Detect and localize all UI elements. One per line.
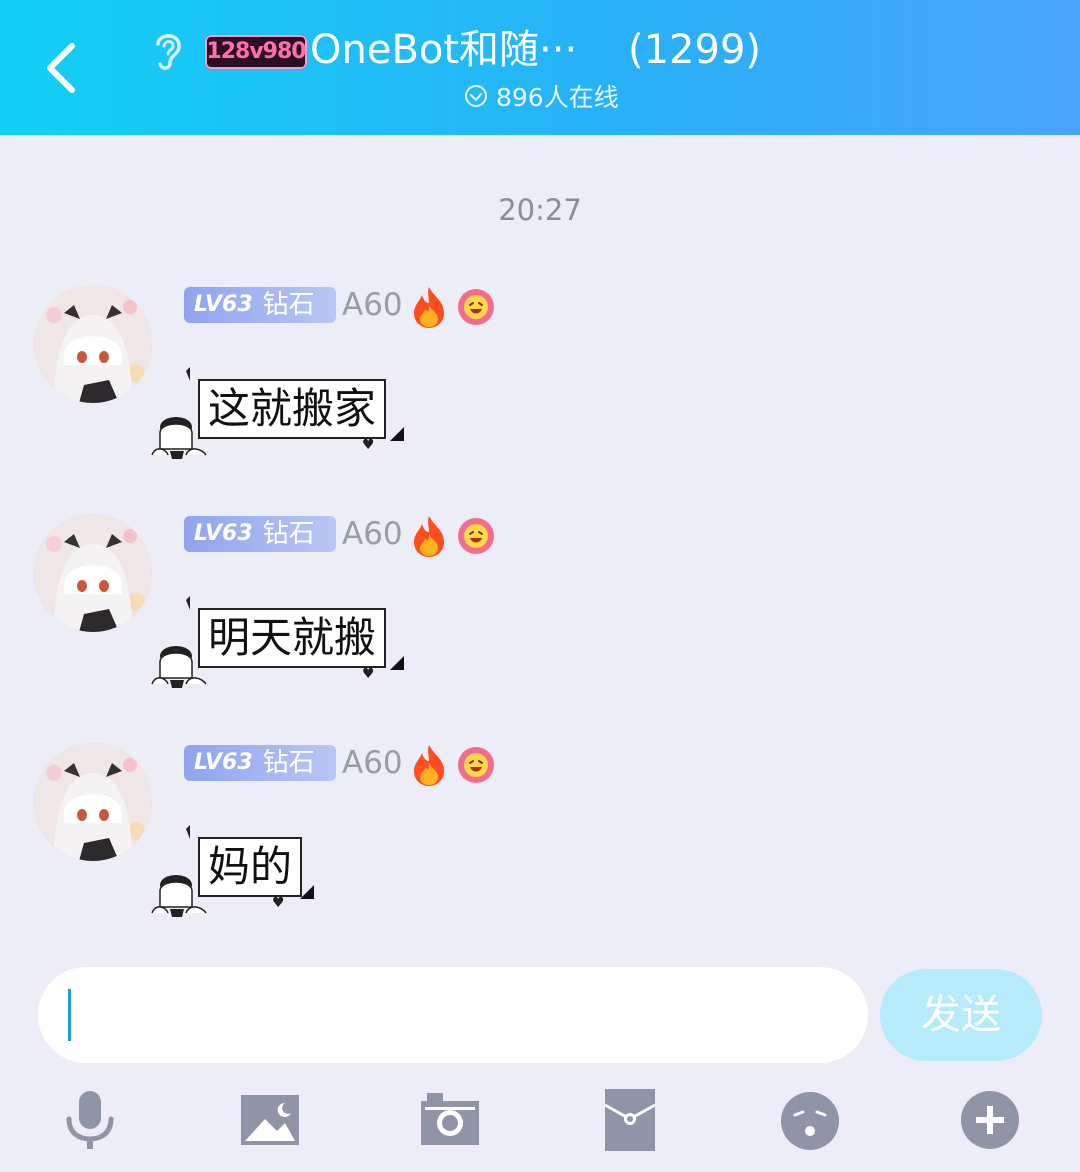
camera-icon[interactable]	[415, 1085, 485, 1155]
online-status[interactable]: 896人在线	[464, 80, 619, 112]
chat-area[interactable]: 20:27 LV63 钻石 A60 这就搬家 ♥ LV63 钻石 A60 明天就…	[0, 135, 1080, 945]
emoji-icon[interactable]	[775, 1085, 845, 1155]
fire-icon	[414, 745, 444, 786]
chat-header: 128v980 OneBot和随··· (1299) 896人在线	[0, 0, 1080, 135]
sender-name[interactable]: A60	[342, 514, 403, 554]
send-button[interactable]: 发送	[880, 969, 1042, 1061]
back-arrow-icon	[47, 43, 75, 93]
sender-name[interactable]: A60	[342, 285, 403, 325]
message-input[interactable]	[38, 967, 868, 1063]
level-badge: LV63 钻石	[184, 745, 336, 781]
group-tag-logo: 128v980	[205, 35, 307, 69]
bubble-corner	[300, 885, 314, 899]
plus-icon[interactable]	[955, 1085, 1025, 1155]
sender-name[interactable]: A60	[342, 743, 403, 783]
level-label: LV63	[194, 750, 253, 775]
image-icon[interactable]	[235, 1085, 305, 1155]
fire-icon	[414, 516, 444, 557]
rank-label: 钻石	[262, 290, 315, 320]
member-count[interactable]: (1299)	[628, 26, 761, 74]
message-text[interactable]: 妈的	[198, 837, 303, 897]
back-button[interactable]	[40, 40, 90, 96]
flower-emoji-icon	[458, 289, 494, 325]
red-envelope-icon[interactable]	[595, 1085, 665, 1155]
level-label: LV63	[194, 521, 253, 546]
flower-emoji-icon	[458, 518, 494, 554]
composer: 发送	[0, 945, 1080, 1172]
message-item: LV63 钻石 A60 妈的 ♥	[0, 593, 1080, 917]
composer-toolbar	[0, 1085, 1080, 1155]
online-count: 896人在线	[496, 83, 619, 112]
text-caret	[68, 989, 71, 1041]
heart-icon: ♥	[272, 895, 285, 911]
message-item: LV63 钻石 A60 明天就搬 ♥	[0, 364, 1080, 688]
rank-label: 钻石	[262, 519, 315, 549]
check-circle-icon	[465, 85, 487, 107]
fire-icon	[414, 287, 444, 328]
rank-label: 钻石	[262, 748, 315, 778]
microphone-icon[interactable]	[55, 1085, 125, 1155]
flower-emoji-icon	[458, 747, 494, 783]
ear-icon[interactable]	[148, 28, 188, 72]
message-item: LV63 钻石 A60 这就搬家 ♥	[0, 135, 1080, 459]
level-badge: LV63 钻石	[184, 287, 336, 323]
avatar[interactable]	[34, 743, 152, 861]
level-label: LV63	[194, 292, 253, 317]
group-title[interactable]: OneBot和随···	[310, 26, 577, 74]
level-badge: LV63 钻石	[184, 516, 336, 552]
